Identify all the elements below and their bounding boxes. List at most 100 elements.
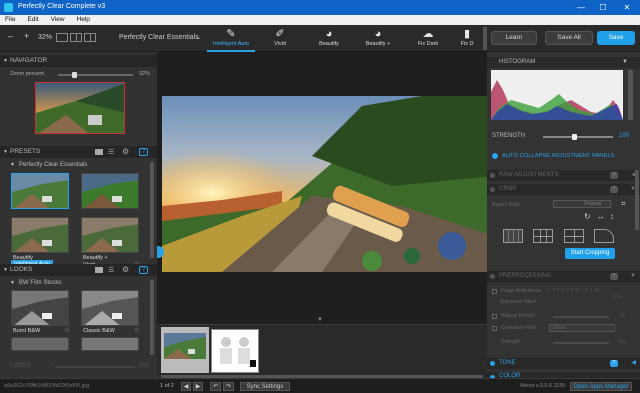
filmstrip-thumb[interactable] — [161, 327, 209, 373]
preprocessing-header[interactable]: PREPROCESSING ? ▼ — [487, 271, 640, 282]
looks-header[interactable]: ▼ LOOKS — [0, 264, 157, 276]
help-icon[interactable]: ? — [139, 266, 148, 274]
crop-diagonal-icon[interactable] — [564, 229, 584, 243]
rotate-left-button[interactable]: ↶ — [210, 382, 221, 391]
zoom-slider-handle[interactable] — [72, 72, 77, 78]
list-view-icon[interactable]: ☰ — [108, 148, 114, 156]
toggle-icon[interactable] — [490, 361, 495, 366]
look-thumb[interactable] — [81, 290, 139, 326]
menu-help[interactable]: Help — [72, 15, 95, 24]
star-icon[interactable]: ☆ — [134, 326, 140, 334]
preset-group-name[interactable]: Perfectly Clear Essentials — [119, 34, 199, 41]
right-scrollbar[interactable] — [628, 70, 633, 120]
tone-header[interactable]: TONE ? ◀ — [487, 358, 640, 369]
aspect-ratio-select[interactable]: Original — [553, 200, 611, 208]
strength-slider-handle[interactable] — [572, 134, 577, 140]
learn-button[interactable]: Learn — [491, 31, 537, 45]
auto-collapse-toggle[interactable] — [492, 153, 498, 159]
menu-edit[interactable]: Edit — [22, 15, 43, 24]
crop-grid-icon[interactable] — [503, 229, 523, 243]
flip-horizontal-icon[interactable]: ↔ — [597, 212, 605, 221]
menu-view[interactable]: View — [46, 15, 70, 24]
rotate-icon[interactable]: ↻ — [584, 212, 591, 221]
preset-thumb[interactable] — [11, 217, 69, 253]
zoom-slider[interactable] — [58, 72, 133, 78]
menu-file[interactable]: File — [0, 15, 20, 24]
strength2-slider[interactable] — [553, 342, 609, 344]
close-button[interactable]: ✕ — [614, 0, 640, 15]
list-view-icon[interactable]: ☰ — [108, 266, 114, 274]
prev-image-button[interactable]: ◀ — [181, 382, 191, 391]
strength-slider[interactable] — [543, 134, 613, 140]
grid-view-icon[interactable] — [95, 149, 103, 155]
collapse-filmstrip-icon[interactable]: ▼ — [317, 317, 323, 323]
crop-golden-spiral-icon[interactable] — [594, 229, 614, 243]
about-label[interactable]: About v.3.5.6.1155 — [520, 383, 565, 389]
rotate-right-button[interactable]: ↷ — [223, 382, 234, 391]
save-all-button[interactable]: Save All — [545, 31, 593, 45]
adjustments-scrollbar[interactable] — [635, 170, 639, 230]
preset-beautify[interactable]: ◕ Beautify — [305, 25, 353, 52]
preset-thumb[interactable] — [81, 217, 139, 253]
looks-strength-value: 100 — [139, 363, 150, 369]
crop-header[interactable]: CROP ? ▼ — [487, 184, 640, 195]
toggle-icon[interactable] — [490, 274, 495, 279]
help-icon[interactable]: ? — [139, 148, 148, 156]
corrective-filter-checkbox[interactable] — [492, 326, 497, 331]
preset-intelligent-auto[interactable]: ✎ Intelligent Auto — [207, 25, 255, 52]
next-image-button[interactable]: ▶ — [193, 382, 203, 391]
single-view-icon[interactable] — [56, 33, 68, 42]
zoom-out-button[interactable]: – — [8, 31, 13, 41]
natural-density-slider[interactable] — [553, 316, 609, 318]
gear-icon[interactable]: ⚙ — [122, 147, 129, 156]
preset-thumb[interactable] — [11, 173, 69, 209]
side-by-side-icon[interactable] — [84, 33, 96, 42]
toggle-icon[interactable] — [490, 187, 495, 192]
main-photo[interactable] — [162, 96, 494, 272]
help-icon[interactable]: ? — [610, 186, 618, 193]
minimize-button[interactable]: — — [570, 0, 592, 15]
filmstrip-thumb[interactable] — [211, 329, 259, 373]
flip-vertical-icon[interactable]: ↕ — [610, 212, 614, 221]
toolbar-scroll-handle[interactable] — [483, 27, 487, 50]
raw-adjustments-header[interactable]: RAW ADJUSTMENTS ? ◀ — [487, 170, 640, 181]
looks-strength-slider[interactable] — [55, 366, 135, 368]
preset-label: Beautify + — [365, 41, 391, 47]
preset-vivid[interactable]: ✐ Vivid — [256, 25, 304, 52]
help-icon[interactable]: ? — [610, 360, 618, 367]
zoom-in-button[interactable]: + — [24, 31, 29, 41]
auto-collapse-label[interactable]: AUTO COLLAPSE ADJUSTMENT PANELS — [502, 153, 614, 159]
help-icon[interactable]: ? — [610, 172, 618, 179]
preset-beautify-plus[interactable]: ◕ Beautify + — [354, 25, 402, 52]
maximize-button[interactable]: ☐ — [592, 0, 614, 15]
natural-density-checkbox[interactable] — [492, 314, 497, 319]
preset-fix-d[interactable]: ▮ Fix D — [452, 25, 482, 52]
preset-fix-dark[interactable]: ☁ Fix Dark — [404, 25, 452, 52]
navigator-header[interactable]: ▼ NAVIGATOR — [0, 55, 157, 67]
presets-header[interactable]: ▼ PRESETS — [0, 146, 157, 158]
chevron-down-icon[interactable]: ⌄ — [196, 34, 201, 41]
sync-settings-button[interactable]: Sync Settings — [240, 382, 290, 391]
histogram-header[interactable]: HISTOGRAM ▼ — [487, 57, 640, 68]
navigator-preview[interactable] — [35, 82, 125, 134]
crop-thirds-icon[interactable] — [533, 229, 553, 243]
split-view-icon[interactable] — [70, 33, 82, 42]
preset-thumb[interactable] — [81, 173, 139, 209]
start-cropping-button[interactable]: Start Cropping — [565, 248, 615, 259]
save-button[interactable]: Save — [597, 31, 635, 45]
gear-icon[interactable]: ⚙ — [122, 265, 129, 274]
help-icon[interactable]: ? — [610, 273, 618, 280]
look-thumb[interactable] — [11, 290, 69, 326]
looks-scrollbar[interactable] — [150, 280, 154, 355]
corrective-filter-select[interactable]: None — [549, 324, 615, 332]
grid-view-icon[interactable] — [95, 267, 103, 273]
crop-icon[interactable]: ⌗ — [621, 199, 626, 209]
presets-scrollbar[interactable] — [150, 162, 154, 258]
look-thumb[interactable] — [81, 337, 139, 351]
toggle-icon[interactable] — [490, 173, 495, 178]
look-thumb[interactable] — [11, 337, 69, 351]
image-ambulance-checkbox[interactable] — [492, 289, 497, 294]
open-apps-manager-button[interactable]: Open Apps Manager — [570, 382, 632, 391]
star-icon[interactable]: ☆ — [64, 326, 70, 334]
image-canvas[interactable]: ▼ — [157, 52, 494, 324]
